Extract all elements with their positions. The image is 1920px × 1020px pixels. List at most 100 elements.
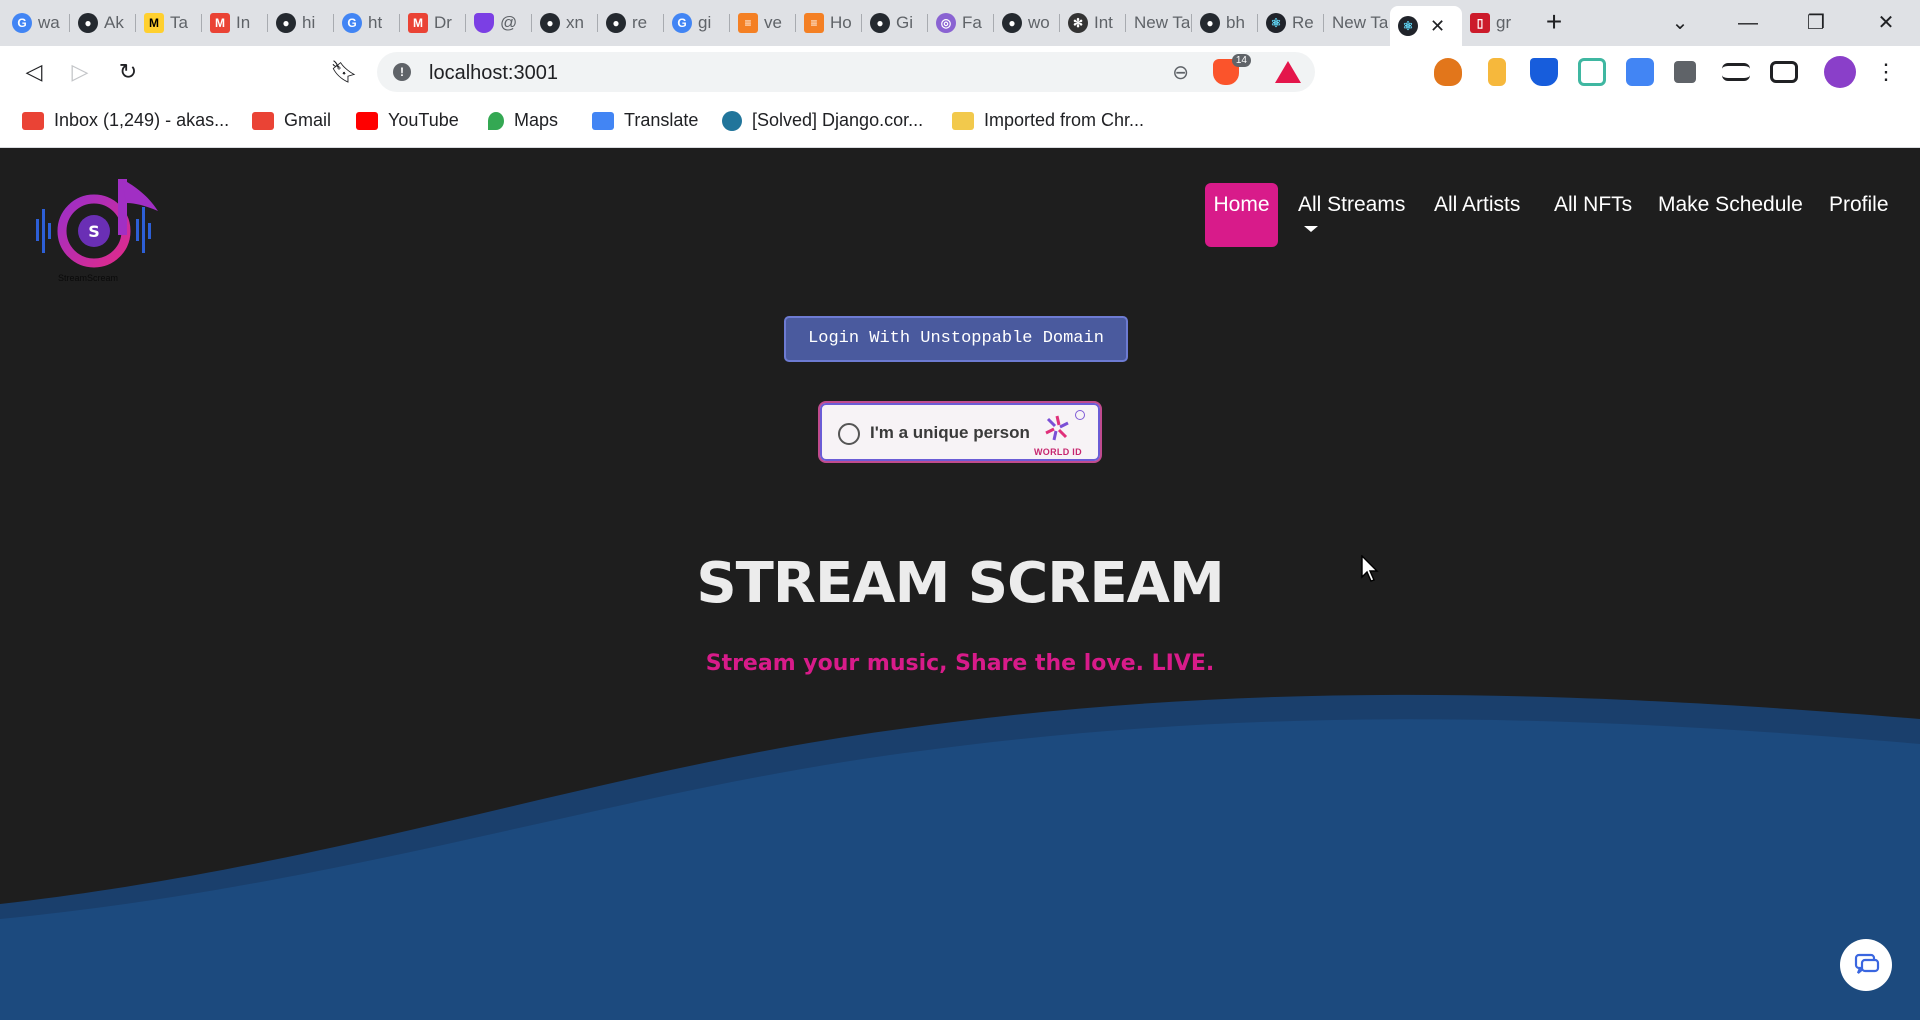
brave-rewards-icon[interactable] xyxy=(1275,61,1301,83)
bookmark-inbox[interactable]: Inbox (1,249) - akas... xyxy=(22,110,229,131)
zoom-icon[interactable]: ⊖ xyxy=(1172,60,1189,85)
tab-5[interactable]: Ght xyxy=(334,6,400,40)
nav-make-schedule[interactable]: Make Schedule xyxy=(1658,183,1803,247)
address-bar[interactable]: ! localhost:3001 ⊖ 14 xyxy=(377,52,1315,92)
react-icon: ⚛ xyxy=(1266,13,1286,33)
media-controls-icon[interactable] xyxy=(1722,63,1750,81)
world-id-widget[interactable]: I'm a unique person WORLD ID xyxy=(818,401,1102,463)
back-button[interactable]: ◁ xyxy=(18,56,50,88)
tab-4[interactable]: ● hi xyxy=(268,6,334,40)
flower-icon: ✻ xyxy=(1068,13,1088,33)
chat-widget-button[interactable] xyxy=(1840,939,1892,991)
tab-14[interactable]: ◎ Fa xyxy=(928,6,994,40)
chat-icon xyxy=(1854,953,1880,974)
github-icon: ● xyxy=(540,13,560,33)
tab-18[interactable]: ● bh xyxy=(1192,6,1258,40)
wordpress-icon xyxy=(722,110,742,131)
github-icon: ● xyxy=(606,13,626,33)
github-icon: ● xyxy=(1002,13,1022,33)
avatar[interactable] xyxy=(1824,56,1856,88)
nav-all-streams[interactable]: All Streams xyxy=(1298,183,1405,247)
bookmark-icon[interactable]: 🔖︎ xyxy=(328,56,360,88)
bookmark-maps[interactable]: Maps xyxy=(488,110,558,131)
metamask-icon[interactable] xyxy=(1434,58,1462,86)
nav-all-nfts[interactable]: All NFTs xyxy=(1554,183,1632,247)
dropdown-caret-icon[interactable] xyxy=(1304,226,1318,232)
world-id-checkbox[interactable] xyxy=(838,423,860,445)
brave-shields-badge: 14 xyxy=(1231,54,1251,67)
tab-0[interactable]: Gwa xyxy=(4,6,70,40)
translate-extension-icon[interactable] xyxy=(1626,58,1654,86)
tab-title: gr xyxy=(1496,13,1512,32)
tab-search-icon[interactable]: ⌄ xyxy=(1660,8,1700,38)
tab-title: @ xyxy=(500,13,518,32)
tab-15[interactable]: ● wo xyxy=(994,6,1060,40)
tab-title: ht xyxy=(368,13,383,32)
nav-home[interactable]: Home xyxy=(1205,183,1278,247)
tab-11[interactable]: ≡ ve xyxy=(730,6,796,40)
github-icon: ● xyxy=(870,13,890,33)
tab-12[interactable]: ≡ Ho xyxy=(796,6,862,40)
close-window-button[interactable]: ✕ xyxy=(1866,8,1906,38)
bookmark-label: Imported from Chr... xyxy=(984,110,1145,130)
tab-7[interactable]: @ xyxy=(466,6,532,40)
wave-decoration xyxy=(0,694,1920,1020)
tab-1[interactable]: ● Ak xyxy=(70,6,136,40)
mouse-cursor-icon xyxy=(1361,555,1379,582)
tab-8[interactable]: ● xn xyxy=(532,6,598,40)
nav-profile[interactable]: Profile xyxy=(1829,183,1889,247)
site-logo[interactable]: S xyxy=(30,169,160,289)
tab-20[interactable]: New Ta xyxy=(1324,6,1390,40)
tab-3[interactable]: M In xyxy=(202,6,268,40)
tab-6[interactable]: M Dr xyxy=(400,6,466,40)
tab-2[interactable]: M Ta xyxy=(136,6,202,40)
registered-icon xyxy=(1075,410,1085,420)
tab-title: New Ta xyxy=(1134,13,1191,32)
gmail-icon: M xyxy=(408,13,428,33)
tab-22[interactable]: ▯ gr xyxy=(1462,6,1528,40)
tab-title: hi xyxy=(302,13,316,32)
login-unstoppable-domain-button[interactable]: Login With Unstoppable Domain xyxy=(784,316,1128,362)
bookmark-youtube[interactable]: YouTube xyxy=(356,110,459,131)
tab-21-active[interactable]: ⚛ ✕ xyxy=(1390,6,1462,46)
close-tab-icon[interactable]: ✕ xyxy=(1430,16,1445,37)
wallet-icon[interactable] xyxy=(1770,61,1798,83)
tab-16[interactable]: ✻ Int xyxy=(1060,6,1126,40)
tab-title: Ho xyxy=(830,13,852,32)
logo-text: StreamScream xyxy=(58,273,119,283)
tab-17[interactable]: New Ta xyxy=(1126,6,1192,40)
bookmark-django[interactable]: [Solved] Django.cor... xyxy=(722,110,923,131)
menu-icon[interactable]: ⋮ xyxy=(1870,56,1902,88)
puzzle-extensions-icon[interactable] xyxy=(1674,61,1696,83)
world-id-brand: WORLD ID xyxy=(1034,447,1082,457)
new-tab-button[interactable]: + xyxy=(1538,8,1570,38)
reload-button[interactable]: ↻ xyxy=(112,56,144,88)
bookmark-gmail[interactable]: Gmail xyxy=(252,110,331,131)
bitwarden-icon[interactable] xyxy=(1530,58,1558,86)
site-info-icon[interactable]: ! xyxy=(393,63,411,81)
restore-button[interactable]: ❐ xyxy=(1796,8,1836,38)
github-icon: ● xyxy=(276,13,296,33)
tab-title: re xyxy=(632,13,648,32)
nav-all-artists[interactable]: All Artists xyxy=(1434,183,1520,247)
gmail-icon: M xyxy=(210,13,230,33)
tab-9[interactable]: ● re xyxy=(598,6,664,40)
youtube-icon xyxy=(356,111,378,130)
minimize-button[interactable]: — xyxy=(1728,8,1768,38)
forward-button[interactable]: ▷ xyxy=(64,56,96,88)
tab-13[interactable]: ● Gi xyxy=(862,6,928,40)
pencil-extension-icon[interactable] xyxy=(1488,58,1506,86)
miro-icon: M xyxy=(144,13,164,33)
bookmark-translate[interactable]: Translate xyxy=(592,110,698,131)
gmail-icon xyxy=(22,111,44,130)
tab-title: xn xyxy=(566,13,584,32)
browser-toolbar: ◁ ▷ ↻ 🔖︎ ! localhost:3001 ⊖ 14 ⋮ xyxy=(0,46,1920,98)
tab-10[interactable]: Ggi xyxy=(664,6,730,40)
nav-label: Make Schedule xyxy=(1658,193,1803,216)
bookmark-imported-folder[interactable]: Imported from Chr... xyxy=(952,110,1144,131)
tab-title: wa xyxy=(38,13,60,32)
address-text: localhost:3001 xyxy=(429,62,558,84)
tab-19[interactable]: ⚛ Re xyxy=(1258,6,1324,40)
tab-title: Int xyxy=(1094,13,1113,32)
n-extension-icon[interactable] xyxy=(1578,58,1606,86)
